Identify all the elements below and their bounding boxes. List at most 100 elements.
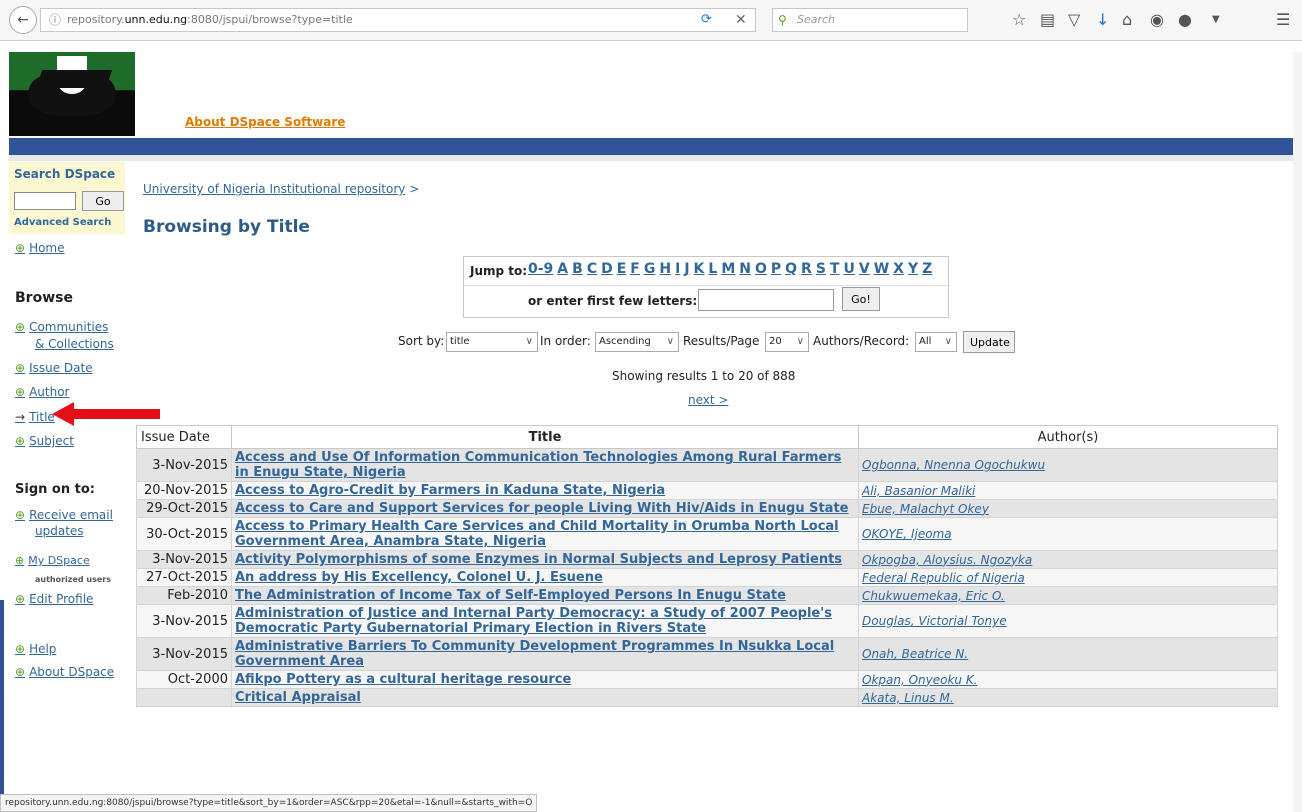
jump-letter-e[interactable]: E [617,261,627,277]
download-icon[interactable]: ↓ [1096,10,1109,29]
jump-letter-j[interactable]: J [684,261,689,277]
advanced-search-link[interactable]: Advanced Search [14,217,111,228]
jump-go-button[interactable]: Go! [842,287,880,311]
jump-letter-m[interactable]: M [721,261,735,277]
jump-letter-w[interactable]: W [874,261,889,277]
item-title-link[interactable]: Afikpo Pottery as a cultural heritage re… [235,672,571,687]
item-title-link[interactable]: Critical Appraisal [235,690,361,705]
jump-letter-g[interactable]: G [644,261,656,277]
column-header-title[interactable]: Title [231,425,859,449]
sidebar-item-receive-email[interactable]: ⊕ Receive email [15,508,113,522]
university-logo[interactable] [9,52,135,136]
jump-letter-x[interactable]: X [893,261,904,277]
jump-letter-h[interactable]: H [659,261,671,277]
item-title-link[interactable]: An address by His Excellency, Colonel U.… [235,570,603,585]
jump-letter-t[interactable]: T [830,261,840,277]
author-link[interactable]: Ebue, Malachyt Okey [862,502,989,516]
author-link[interactable]: Okpan, Onyeoku K. [862,673,978,687]
first-letters-input[interactable] [698,289,834,311]
author-link[interactable]: OKOYE, Ijeoma [862,527,952,541]
jump-letter-y[interactable]: Y [908,261,918,277]
jump-letter-z[interactable]: Z [922,261,932,277]
jump-letter-d[interactable]: D [601,261,613,277]
sidebar-item-home[interactable]: ⊕ Home [15,241,65,255]
stop-icon[interactable]: ✕ [735,9,747,31]
pocket-icon[interactable]: ▽ [1068,10,1080,29]
title-cell: Activity Polymorphisms of some Enzymes i… [231,550,859,569]
jump-letter-k[interactable]: K [694,261,705,277]
jump-letter-u[interactable]: U [843,261,854,277]
jump-letter-i[interactable]: I [675,261,680,277]
sort-by-select[interactable]: title ∨ [446,332,538,352]
sidebar-item-edit-profile[interactable]: ⊕ Edit Profile [15,592,93,606]
sidebar-item-author[interactable]: ⊕ Author [15,385,69,399]
sidebar-item-title[interactable]: → Title [15,410,55,424]
overflow-chevron-icon[interactable]: ▼ [1212,14,1220,25]
jump-letter-s[interactable]: S [816,261,826,277]
author-link[interactable]: Akata, Linus M. [862,691,954,705]
sidebar-item-communities[interactable]: ⊕ Communities [15,320,108,334]
results-table: Issue Date Title Author(s) 3-Nov-2015 Acc… [136,425,1278,707]
author-link[interactable]: Chukwuemekaa, Eric O. [862,589,1005,603]
sidebar-item-subject[interactable]: ⊕ Subject [15,434,74,448]
jump-letter-l[interactable]: L [708,261,717,277]
jump-letter-n[interactable]: N [739,261,751,277]
item-title-link[interactable]: Administrative Barriers To Community Dev… [235,639,834,669]
back-button[interactable]: ← [9,6,37,34]
site-info-icon[interactable]: ⓘ [49,9,61,31]
chat-icon[interactable]: ◉ [1150,10,1164,29]
item-title-link[interactable]: Activity Polymorphisms of some Enzymes i… [235,552,842,567]
author-link[interactable]: Federal Republic of Nigeria [862,571,1025,585]
home-icon[interactable]: ⌂ [1122,10,1132,29]
authors-per-record-select[interactable]: All ∨ [915,332,957,352]
bookmark-star-icon[interactable]: ☆ [1012,10,1026,29]
jump-letter-q[interactable]: Q [785,261,797,277]
reading-list-icon[interactable]: ▤ [1040,10,1055,29]
jump-letter-o[interactable]: O [755,261,767,277]
search-dspace-title: Search DSpace [14,167,116,181]
wordpress-icon[interactable]: ● [1178,10,1192,29]
item-title-link[interactable]: Access to Agro-Credit by Farmers in Kadu… [235,483,665,498]
jump-letter-r[interactable]: R [801,261,812,277]
item-title-link[interactable]: Access and Use Of Information Communicat… [235,450,841,480]
reload-icon[interactable]: ⟳ [701,9,712,31]
jump-letter-a[interactable]: A [557,261,568,277]
jump-letter-c[interactable]: C [587,261,597,277]
menu-icon[interactable]: ☰ [1276,10,1290,29]
item-title-link[interactable]: Access to Care and Support Services for … [235,501,848,516]
search-dspace-input[interactable] [14,192,76,210]
author-link[interactable]: Onah, Beatrice N. [862,647,968,661]
breadcrumb-link-repository[interactable]: University of Nigeria Institutional repo… [143,182,405,196]
browser-search-bar[interactable]: ⚲ Search [772,8,968,32]
about-dspace-software-link[interactable]: About DSpace Software [185,115,345,129]
jump-letter-v[interactable]: V [859,261,870,277]
jump-letter-f[interactable]: F [630,261,640,277]
sidebar-item-help[interactable]: ⊕ Help [15,642,56,656]
jump-letter-b[interactable]: B [572,261,583,277]
item-title-link[interactable]: Administration of Justice and Internal P… [235,606,832,636]
results-per-page-select[interactable]: 20 ∨ [765,332,809,352]
author-link[interactable]: Ogbonna, Nnenna Ogochukwu [862,458,1045,472]
address-bar[interactable]: ⓘ repository.unn.edu.ng:8080/jspui/brows… [40,8,756,32]
sidebar-item-issue-date[interactable]: ⊕ Issue Date [15,361,93,375]
jump-letter-0-9[interactable]: 0-9 [528,261,553,277]
chevron-down-icon: ∨ [944,336,952,347]
item-title-link[interactable]: Access to Primary Health Care Services a… [235,519,839,549]
search-go-button[interactable]: Go [82,191,124,211]
update-button[interactable]: Update [963,331,1015,353]
page-scrollbar[interactable] [1293,52,1302,812]
item-title-link[interactable]: The Administration of Income Tax of Self… [235,588,786,603]
search-dspace-box: Search DSpace Go Advanced Search [9,162,125,234]
sidebar-item-my-dspace[interactable]: ⊕ My DSpace [15,554,90,567]
order-select[interactable]: Ascending ∨ [595,332,679,352]
sidebar-item-receive-email-2[interactable]: updates [35,524,84,538]
author-link[interactable]: Okpogba, Aloysius. Ngozyka [862,553,1032,567]
author-link[interactable]: Ali, Basanior Maliki [862,484,975,498]
sidebar-item-about-dspace[interactable]: ⊕ About DSpace [15,665,114,679]
column-header-issue-date[interactable]: Issue Date [136,425,232,449]
author-link[interactable]: Douglas, Victorial Tonye [862,614,1007,628]
sidebar-item-collections[interactable]: & Collections [35,337,114,351]
column-header-authors[interactable]: Author(s) [858,425,1278,449]
jump-letter-p[interactable]: P [771,261,781,277]
next-page-link[interactable]: next > [688,393,728,407]
